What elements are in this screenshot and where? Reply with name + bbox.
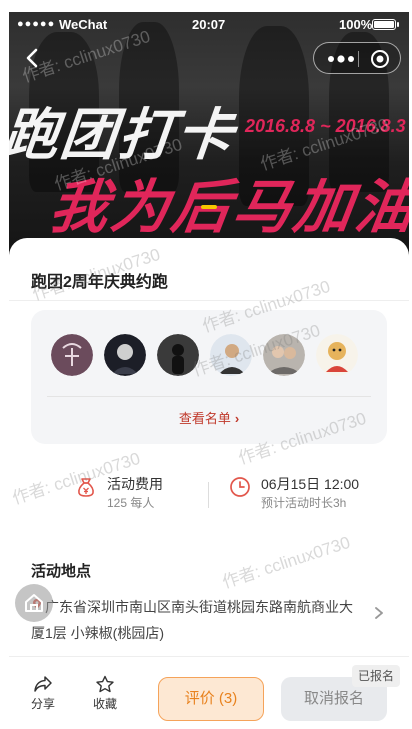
share-icon: [34, 676, 52, 692]
banner-line1: 跑团打卡: [9, 103, 238, 166]
favorite-button[interactable]: 收藏: [85, 665, 125, 715]
status-time: 20:07: [192, 17, 226, 32]
signal-icon: ●●●●●: [17, 18, 56, 30]
home-button[interactable]: [15, 584, 53, 622]
avatar[interactable]: [157, 334, 199, 376]
money-bag-icon: [78, 478, 94, 497]
participants-panel: 查看名单 ›: [31, 310, 387, 444]
chevron-right-icon[interactable]: [373, 606, 385, 620]
avatar[interactable]: [263, 334, 305, 376]
info-divider: [208, 482, 209, 508]
battery-percent: 100%: [339, 17, 373, 32]
view-list-link[interactable]: 查看名单 ›: [31, 408, 387, 427]
carrier-name: WeChat: [59, 17, 108, 32]
clock-icon: [230, 477, 250, 497]
avatar[interactable]: [51, 334, 93, 376]
bottom-action-bar: 分享 收藏 评价 (3) 取消报名 已报名: [9, 656, 409, 724]
fee-label: 活动费用: [107, 476, 163, 492]
close-target-icon[interactable]: [370, 49, 390, 69]
fee-value: 125 每人: [107, 496, 155, 510]
view-list-label: 查看名单: [178, 411, 231, 426]
phone-screen: 跑团打卡 2016.8.8 ~ 2016.8.3 我为后马加油 ●●●●● We…: [9, 12, 409, 724]
star-icon: [96, 675, 114, 693]
chevron-right-icon: ›: [234, 411, 240, 426]
avatar[interactable]: [210, 334, 252, 376]
banner-line2: 我为后马加油: [45, 175, 409, 240]
banner-date: 2016.8.8 ~ 2016.8.3: [245, 116, 406, 136]
capsule-divider: [358, 51, 359, 67]
avatar[interactable]: [316, 334, 358, 376]
event-address[interactable]: 广东省深圳市南山区南头街道桃园东路南航商业大厦1层 小辣椒(桃园店): [31, 594, 361, 646]
fee-info: 活动费用 125 每人: [75, 474, 215, 514]
favorite-label: 收藏: [92, 697, 117, 711]
share-button[interactable]: 分享: [23, 665, 63, 715]
location-title: 活动地点: [31, 563, 92, 580]
home-icon: [25, 594, 43, 612]
time-info: 06月15日 12:00 预计活动时长3h: [229, 474, 399, 514]
participant-avatars: [51, 334, 371, 378]
miniprogram-capsule: [313, 42, 401, 74]
battery-tip: [397, 22, 399, 27]
event-datetime: 06月15日 12:00: [261, 476, 360, 492]
more-dots-icon[interactable]: [326, 52, 356, 66]
back-arrow-icon[interactable]: [21, 46, 45, 70]
share-label: 分享: [30, 697, 55, 711]
carousel-indicator[interactable]: [201, 205, 217, 209]
battery-icon: [372, 19, 396, 30]
event-title: 跑团2周年庆典约跑: [31, 274, 168, 291]
signed-up-badge: 已报名: [352, 665, 401, 687]
status-bar: ●●●●● WeChat 20:07 100%: [9, 12, 409, 38]
avatar[interactable]: [104, 334, 146, 376]
panel-divider: [47, 396, 371, 397]
title-divider: [9, 300, 409, 301]
event-detail-card: 跑团2周年庆典约跑 查看名单 › 活动费用 125 每人 06月15日 12:0…: [9, 238, 409, 668]
review-button[interactable]: 评价 (3): [158, 677, 264, 721]
event-duration: 预计活动时长3h: [261, 496, 347, 510]
